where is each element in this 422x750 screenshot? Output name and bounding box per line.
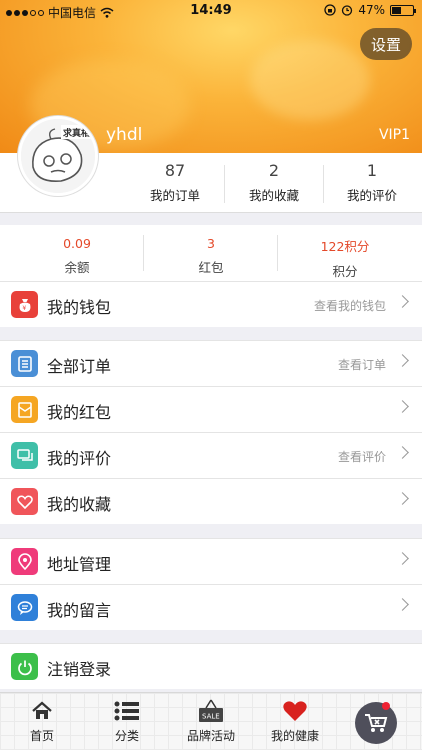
menu-item-favorites[interactable]: 我的收藏 <box>0 478 422 524</box>
battery-icon <box>390 4 416 16</box>
status-bar: 中国电信 14:49 47% <box>0 0 422 22</box>
chevron-right-icon <box>396 400 409 413</box>
red-packet-icon <box>11 396 38 423</box>
stat-favorites[interactable]: 2 我的收藏 <box>224 161 324 204</box>
menu-item-messages-label: 我的留言 <box>47 601 112 620</box>
stat-favorites-count: 2 <box>268 161 280 180</box>
menu-item-red-packets[interactable]: 我的红包 <box>0 386 422 432</box>
heart-icon <box>11 488 38 515</box>
menu-item-address[interactable]: 地址管理 <box>0 538 422 584</box>
wallet-icon: ¥ <box>11 291 38 318</box>
balance-points-value: 122积分 <box>320 239 370 254</box>
chevron-right-icon <box>396 598 409 611</box>
chevron-right-icon <box>396 354 409 367</box>
tab-my-health[interactable]: 我的健康 <box>253 697 337 744</box>
shopping-cart-button[interactable] <box>355 702 397 744</box>
account-section: 地址管理 我的留言 <box>0 538 422 630</box>
balance-cash[interactable]: 0.09 余额 <box>7 236 147 276</box>
message-icon <box>11 594 38 621</box>
orders-section: 全部订单 查看订单 我的红包 我的评价 查看评价 我的收藏 <box>0 340 422 524</box>
balance-cash-value: 0.09 <box>63 236 91 251</box>
menu-item-favorites-label: 我的收藏 <box>47 495 112 514</box>
menu-item-wallet-hint: 查看我的钱包 <box>313 299 386 313</box>
power-icon <box>11 653 38 680</box>
balance-red-packets[interactable]: 3 红包 <box>141 236 281 276</box>
balance-red-packets-value: 3 <box>207 236 215 251</box>
tab-brand-events-label: 品牌活动 <box>186 729 235 743</box>
account-balance-panel: 0.09 余额 3 红包 122积分 积分 <box>0 225 422 281</box>
balance-points[interactable]: 122积分 积分 <box>275 236 415 280</box>
shopping-cart-icon <box>365 714 388 732</box>
comment-icon <box>11 442 38 469</box>
menu-item-all-orders[interactable]: 全部订单 查看订单 <box>0 340 422 386</box>
menu-item-logout[interactable]: 注销登录 <box>0 643 422 689</box>
menu-item-address-label: 地址管理 <box>47 555 112 574</box>
chevron-right-icon <box>396 446 409 459</box>
username: yhdl <box>106 125 143 145</box>
menu-item-all-orders-hint: 查看订单 <box>337 358 386 372</box>
order-list-icon <box>11 350 38 377</box>
heart-icon <box>253 697 337 725</box>
tab-home[interactable]: 首页 <box>0 697 84 744</box>
list-icon <box>85 697 169 725</box>
location-icon <box>11 548 38 575</box>
stat-reviews[interactable]: 1 我的评价 <box>322 161 422 204</box>
svg-text:SALE: SALE <box>202 713 220 721</box>
rotation-lock-icon <box>324 4 336 16</box>
menu-item-wallet[interactable]: ¥ 我的钱包 查看我的钱包 <box>0 281 422 327</box>
stat-orders-count: 87 <box>164 161 186 180</box>
menu-item-messages[interactable]: 我的留言 <box>0 584 422 630</box>
stat-reviews-count: 1 <box>366 161 378 180</box>
vip-level-badge: VIP1 <box>378 127 410 143</box>
tab-categories[interactable]: 分类 <box>85 697 169 744</box>
chevron-right-icon <box>396 552 409 565</box>
wallet-section: ¥ 我的钱包 查看我的钱包 <box>0 281 422 327</box>
balance-cash-label: 余额 <box>64 260 90 275</box>
sale-sign-icon: SALE <box>169 697 253 725</box>
svg-text:求真相: 求真相 <box>63 127 90 139</box>
menu-item-wallet-label: 我的钱包 <box>47 298 112 317</box>
avatar[interactable]: 求真相 <box>18 116 98 196</box>
logout-section: 注销登录 <box>0 643 422 689</box>
cart-badge <box>382 702 390 710</box>
tab-categories-label: 分类 <box>114 729 139 743</box>
balance-points-label: 积分 <box>332 264 358 279</box>
home-icon <box>0 697 84 725</box>
menu-item-reviews-label: 我的评价 <box>47 449 112 468</box>
tab-my-health-label: 我的健康 <box>270 729 319 743</box>
tab-home-label: 首页 <box>29 729 54 743</box>
svg-text:¥: ¥ <box>22 305 26 312</box>
stat-orders[interactable]: 87 我的订单 <box>125 161 225 204</box>
menu-item-reviews[interactable]: 我的评价 查看评价 <box>0 432 422 478</box>
chevron-right-icon <box>396 295 409 308</box>
battery-percent: 47% <box>358 3 385 17</box>
stat-reviews-label: 我的评价 <box>346 188 397 203</box>
settings-button[interactable]: 设置 <box>360 28 412 60</box>
stat-favorites-label: 我的收藏 <box>248 188 299 203</box>
chevron-right-icon <box>396 492 409 505</box>
menu-item-reviews-hint: 查看评价 <box>337 450 386 464</box>
cartoon-face-icon: 求真相 <box>21 119 95 193</box>
balance-red-packets-label: 红包 <box>198 260 224 275</box>
tab-brand-events[interactable]: SALE 品牌活动 <box>169 697 253 744</box>
menu-item-all-orders-label: 全部订单 <box>47 357 112 376</box>
alarm-icon <box>342 5 353 16</box>
stat-orders-label: 我的订单 <box>149 188 200 203</box>
menu-item-red-packets-label: 我的红包 <box>47 403 112 422</box>
menu-item-logout-label: 注销登录 <box>47 660 112 679</box>
